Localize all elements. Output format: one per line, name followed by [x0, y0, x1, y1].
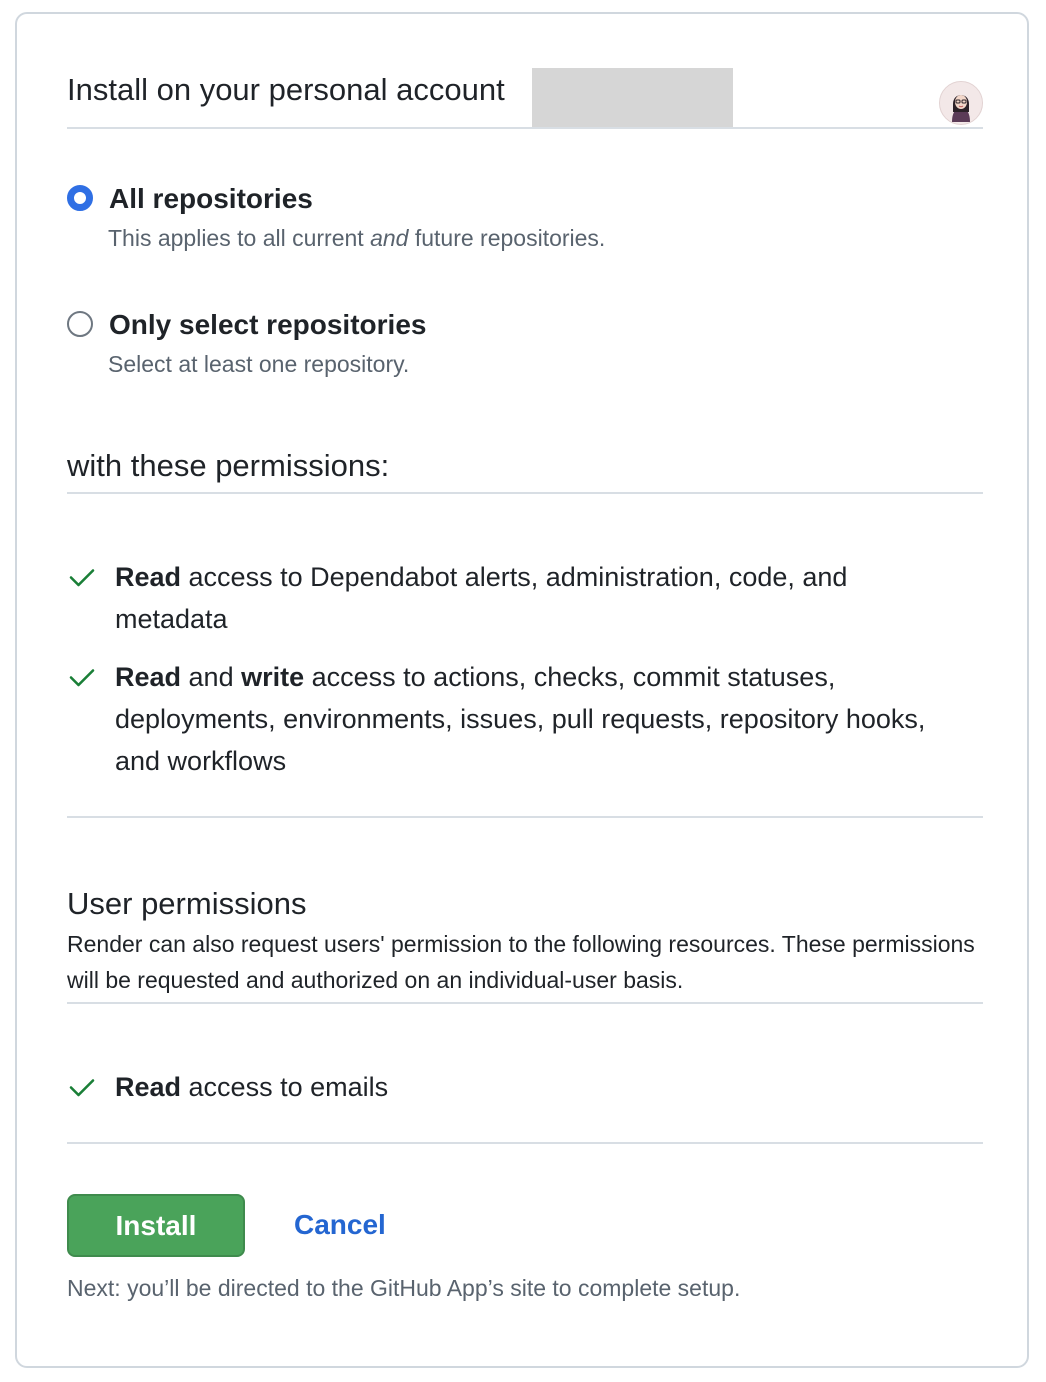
permissions-bottom-divider: [67, 816, 983, 818]
cancel-link[interactable]: Cancel: [294, 1205, 386, 1245]
next-step-note: Next: you’ll be directed to the GitHub A…: [67, 1275, 741, 1301]
select-repositories-description: Select at least one repository.: [108, 351, 410, 377]
check-icon: [69, 1079, 95, 1097]
permission-level: Read: [115, 662, 182, 692]
install-title: Install on your personal account: [67, 72, 505, 107]
all-repositories-radio[interactable]: [67, 185, 93, 211]
user-permissions-description: Render can also request users' permissio…: [67, 931, 975, 993]
permission-level: Read: [115, 562, 182, 592]
select-repositories-label: Only select repositories: [109, 309, 427, 340]
permission-connector: and: [181, 662, 242, 692]
permission-text: Read access to Dependabot alerts, admini…: [115, 556, 945, 640]
all-repositories-description: This applies to all current and future r…: [108, 224, 605, 252]
header-divider: [67, 127, 983, 129]
all-repositories-label: All repositories: [109, 183, 313, 214]
user-permissions-divider: [67, 1002, 983, 1004]
install-app-card: Install on your personal account All rep…: [15, 12, 1029, 1368]
permission-level: Read: [115, 1072, 182, 1102]
permission-text: Read access to emails: [115, 1066, 945, 1108]
install-header: Install on your personal account: [67, 68, 983, 128]
permissions-divider: [67, 492, 983, 494]
actions-divider: [67, 1142, 983, 1144]
redacted-account-name: [532, 68, 733, 128]
check-icon: [69, 569, 95, 587]
description-text: This applies to all current: [108, 225, 371, 251]
install-button[interactable]: Install: [67, 1194, 245, 1257]
description-emphasis: and: [370, 225, 409, 251]
permissions-heading: with these permissions:: [67, 448, 390, 483]
permission-text: Read and write access to actions, checks…: [115, 656, 945, 782]
user-avatar-icon: [940, 82, 982, 124]
check-icon: [69, 669, 95, 687]
permission-level: write: [241, 662, 305, 692]
permission-scope: access to Dependabot alerts, administrat…: [115, 562, 848, 634]
user-permissions-heading: User permissions: [67, 886, 307, 921]
avatar[interactable]: [939, 81, 983, 125]
description-text: future repositories.: [408, 225, 606, 251]
permission-scope: access to emails: [181, 1072, 389, 1102]
select-repositories-radio[interactable]: [67, 311, 93, 337]
